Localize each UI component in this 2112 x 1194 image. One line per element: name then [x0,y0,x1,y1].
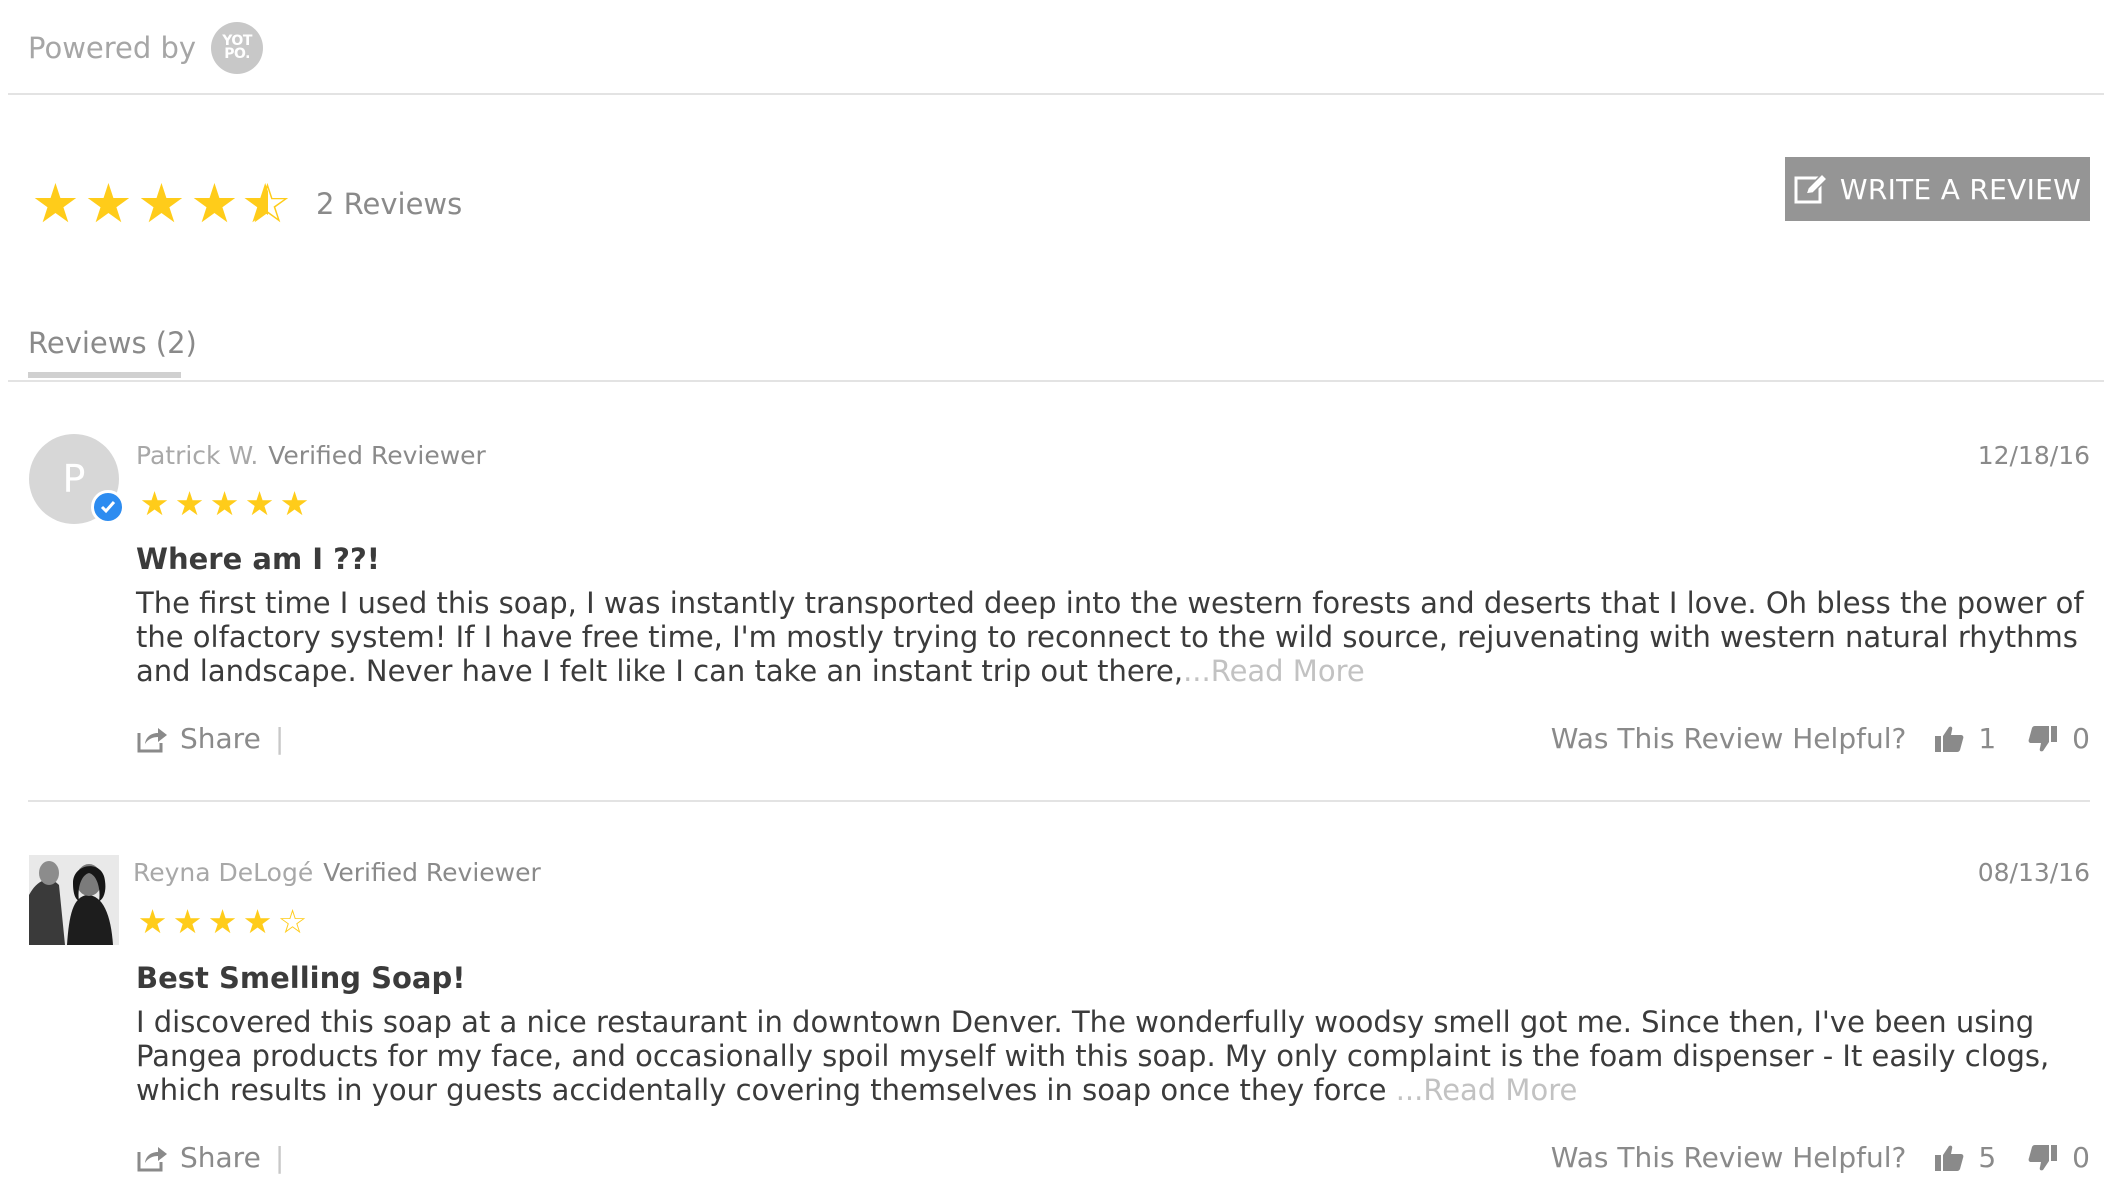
share-icon [137,727,167,752]
powered-by: Powered by YOT PO. [28,22,264,74]
helpful-area: Was This Review Helpful? 1 0 [1551,722,2090,755]
vote-down-count: 0 [2072,1141,2090,1174]
verified-check-icon [91,490,125,524]
star-full-icon: ★ [190,172,239,235]
star-full-icon: ★ [139,484,170,523]
thumbs-up-icon [1935,726,1964,752]
star-full-icon: ★ [84,172,133,235]
review-rating-stars: ★ ★ ★ ★ ★ [137,487,312,521]
share-separator: | [274,722,285,755]
edit-icon [1794,173,1828,204]
verified-reviewer-label: Verified Reviewer [323,858,541,887]
thumbs-down-icon [2028,725,2058,751]
read-more-link[interactable]: ...Read More [1396,1073,1578,1107]
reviewer-name: Patrick W. [136,441,259,470]
star-half-icon: ☆ ★ [241,172,292,235]
star-full-icon: ★ [279,484,310,523]
review-title: Best Smelling Soap! [136,961,466,995]
vote-up-button[interactable]: 5 [1934,1141,1996,1174]
share-button[interactable]: Share [136,1141,261,1174]
review-text: The first time I used this soap, I was i… [136,586,2084,688]
reviewer-info: Reyna DeLogé Verified Reviewer [133,858,541,887]
share-button[interactable]: Share [136,722,261,755]
powered-by-label: Powered by [28,31,197,65]
star-full-icon: ★ [137,902,168,941]
reviews-count: 2 Reviews [316,187,463,221]
star-full-icon: ★ [174,484,205,523]
vote-down-button[interactable]: 0 [2028,1141,2090,1174]
helpful-label: Was This Review Helpful? [1550,1141,1907,1174]
review-rating-stars: ★ ★ ★ ★ ☆ [135,905,310,939]
review-date: 08/13/16 [1977,858,2090,887]
star-full-icon: ★ [172,902,203,941]
reviewer-photo [29,855,119,945]
review-text: I discovered this soap at a nice restaur… [136,1005,2050,1107]
share-icon [137,1146,167,1171]
review-date: 12/18/16 [1977,441,2090,470]
vote-up-count: 1 [1978,722,1997,755]
star-full-icon: ★ [242,902,273,941]
star-full-icon: ★ [244,484,275,523]
average-rating-stars: ★ ★ ★ ★ ☆ ★ [29,177,294,231]
review-content: I discovered this soap at a nice restaur… [136,1005,2096,1107]
tab-reviews[interactable]: Reviews (2) [28,326,197,360]
star-empty-icon: ☆ [277,902,308,941]
star-full-icon: ★ [207,902,238,941]
thumbs-down-icon [2028,1144,2058,1170]
reviewer-name: Reyna DeLogé [133,858,314,887]
write-review-button[interactable]: WRITE A REVIEW [1785,157,2090,221]
vote-up-count: 5 [1978,1141,1997,1174]
verified-reviewer-label: Verified Reviewer [268,441,486,470]
review-content: The first time I used this soap, I was i… [136,586,2096,688]
read-more-link[interactable]: ...Read More [1183,654,1365,688]
review-divider [28,800,2090,802]
share-label: Share [180,722,261,755]
vote-down-count: 0 [2072,722,2090,755]
helpful-label: Was This Review Helpful? [1550,722,1907,755]
yotpo-logo[interactable]: YOT PO. [211,22,264,74]
tab-active-indicator [28,372,181,378]
star-full-icon: ★ [31,172,80,235]
share-label: Share [180,1141,261,1174]
share-area: Share | [136,1141,284,1174]
header-divider [8,93,2104,95]
write-review-label: WRITE A REVIEW [1839,172,2082,206]
tabs-divider [8,380,2104,382]
star-full-icon: ★ [209,484,240,523]
share-area: Share | [136,722,284,755]
star-full-icon: ★ [137,172,186,235]
helpful-area: Was This Review Helpful? 5 0 [1551,1141,2090,1174]
vote-up-button[interactable]: 1 [1934,722,1996,755]
review-title: Where am I ??! [136,542,381,576]
vote-down-button[interactable]: 0 [2028,722,2090,755]
thumbs-up-icon [1935,1145,1964,1171]
reviewer-info: Patrick W. Verified Reviewer [136,441,486,470]
share-separator: | [274,1141,285,1174]
